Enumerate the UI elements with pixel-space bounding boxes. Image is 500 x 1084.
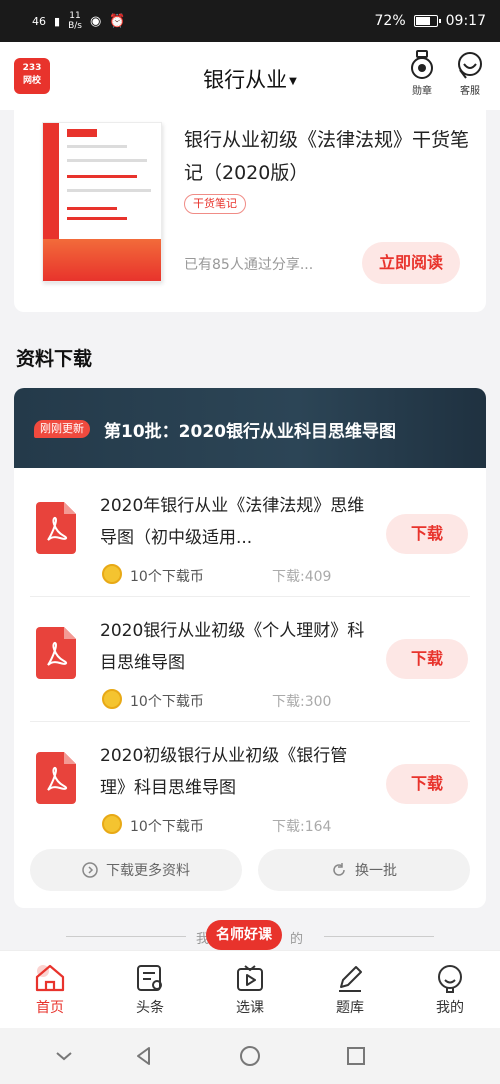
tab-news[interactable]: 头条 (100, 951, 200, 1029)
new-update-badge: 刚刚更新 (34, 420, 90, 438)
profile-icon (438, 965, 462, 993)
coin-icon (102, 689, 122, 709)
read-now-button[interactable]: 立即阅读 (362, 242, 460, 284)
eye-icon: ◉ (89, 13, 102, 29)
battery-percent: 72% (374, 13, 406, 29)
back-triangle-icon[interactable] (132, 1044, 156, 1068)
book-title[interactable]: 银行从业初级《法律法规》干货笔记（2020版） (184, 124, 474, 190)
tab-home-label: 首页 (36, 1000, 64, 1016)
file-name[interactable]: 2020初级银行从业初级《银行管理》科目思维导图 (100, 740, 370, 804)
alarm-icon: ⏰ (109, 13, 126, 29)
pdf-file-icon (36, 627, 76, 679)
app-header: 233 网校 银行从业 ▼ 勋章 客服 (0, 42, 500, 110)
refresh-icon (333, 863, 345, 876)
home-icon (35, 964, 65, 992)
download-count: 下载:409 (272, 569, 332, 585)
file-item[interactable]: 2020初级银行从业初级《银行管理》科目思维导图 10个下载币 下载:164 下… (14, 722, 486, 847)
coin-price: 10个下载币 (130, 694, 204, 710)
medal-label: 勋章 (412, 86, 432, 97)
service-label: 客服 (460, 86, 480, 97)
home-circle-icon[interactable] (238, 1044, 262, 1068)
downloads-banner[interactable]: 刚刚更新 第10批：2020银行从业科目思维导图 (14, 388, 486, 468)
clock: 09:17 (445, 13, 486, 29)
downloads-card: 刚刚更新 第10批：2020银行从业科目思维导图 2020年银行从业《法律法规》… (14, 388, 486, 908)
tab-courses[interactable]: 选课 (200, 951, 300, 1029)
tab-question-bank-label: 题库 (336, 1000, 364, 1016)
more-downloads-label: 下载更多资料 (106, 863, 190, 879)
bottom-tab-bar: 首页 头条 选课 题库 我的 (0, 950, 500, 1028)
file-item[interactable]: 2020年银行从业《法律法规》思维导图（初中级适用... 10个下载币 下载:4… (14, 472, 486, 597)
more-downloads-button[interactable]: 下载更多资料 (30, 849, 242, 891)
download-count: 下载:164 (272, 819, 332, 835)
tab-profile-label: 我的 (436, 1000, 464, 1016)
headset-icon (458, 52, 482, 79)
network-speed: 11 B/s (68, 11, 82, 31)
tab-news-label: 头条 (136, 1000, 164, 1016)
pencil-icon (339, 966, 362, 992)
status-bar: 46 ▮ 11 B/s ◉ ⏰ 72% 09:17 (0, 0, 500, 42)
popular-courses-badge[interactable]: 名师好课 (206, 920, 282, 950)
file-name[interactable]: 2020年银行从业《法律法规》思维导图（初中级适用... (100, 490, 370, 554)
coin-icon (102, 564, 122, 584)
book-share-count: 已有85人通过分享... (184, 257, 314, 273)
system-navigation-bar (0, 1028, 500, 1084)
section-title-downloads: 资料下载 (16, 348, 93, 370)
download-count: 下载:300 (272, 694, 332, 710)
medal-button[interactable]: 勋章 (402, 50, 442, 97)
book-tag: 干货笔记 (184, 194, 246, 214)
book-card[interactable]: 银行从业初级《法律法规》干货笔记（2020版） 干货笔记 已有85人通过分享..… (14, 110, 486, 312)
refresh-batch-button[interactable]: 换一批 (258, 849, 470, 891)
download-button[interactable]: 下载 (386, 764, 468, 804)
signal-indicator: 46 (32, 14, 46, 28)
caret-down-icon: ▼ (289, 75, 297, 87)
speed-unit: B/s (68, 21, 82, 31)
file-name[interactable]: 2020银行从业初级《个人理财》科目思维导图 (100, 615, 370, 679)
banner-title: 第10批：2020银行从业科目思维导图 (104, 422, 396, 442)
pdf-file-icon (36, 752, 76, 804)
medal-icon (411, 50, 433, 79)
battery-icon (413, 15, 441, 27)
course-play-icon (237, 965, 263, 991)
tab-home[interactable]: 首页 (0, 951, 100, 1029)
service-button[interactable]: 客服 (450, 50, 490, 97)
download-button[interactable]: 下载 (386, 639, 468, 679)
signal-bars-icon: ▮ (54, 14, 61, 28)
coin-icon (102, 814, 122, 834)
page-title: 银行从业 (203, 68, 288, 92)
news-icon (137, 965, 162, 991)
chevron-down-icon[interactable] (52, 1044, 76, 1068)
divider-text-right: 的 (290, 932, 304, 947)
chevron-right-circle-icon (82, 862, 98, 878)
download-button[interactable]: 下载 (386, 514, 468, 554)
coin-price: 10个下载币 (130, 569, 204, 585)
speed-value: 11 (69, 11, 81, 21)
tab-courses-label: 选课 (236, 1000, 264, 1016)
file-item[interactable]: 2020银行从业初级《个人理财》科目思维导图 10个下载币 下载:300 下载 (14, 597, 486, 722)
refresh-batch-label: 换一批 (355, 863, 397, 879)
pdf-file-icon (36, 502, 76, 554)
tab-question-bank[interactable]: 题库 (300, 951, 400, 1029)
tab-profile[interactable]: 我的 (400, 951, 500, 1029)
coin-price: 10个下载币 (130, 819, 204, 835)
book-cover-image[interactable] (42, 122, 162, 282)
recent-apps-icon[interactable] (344, 1044, 368, 1068)
